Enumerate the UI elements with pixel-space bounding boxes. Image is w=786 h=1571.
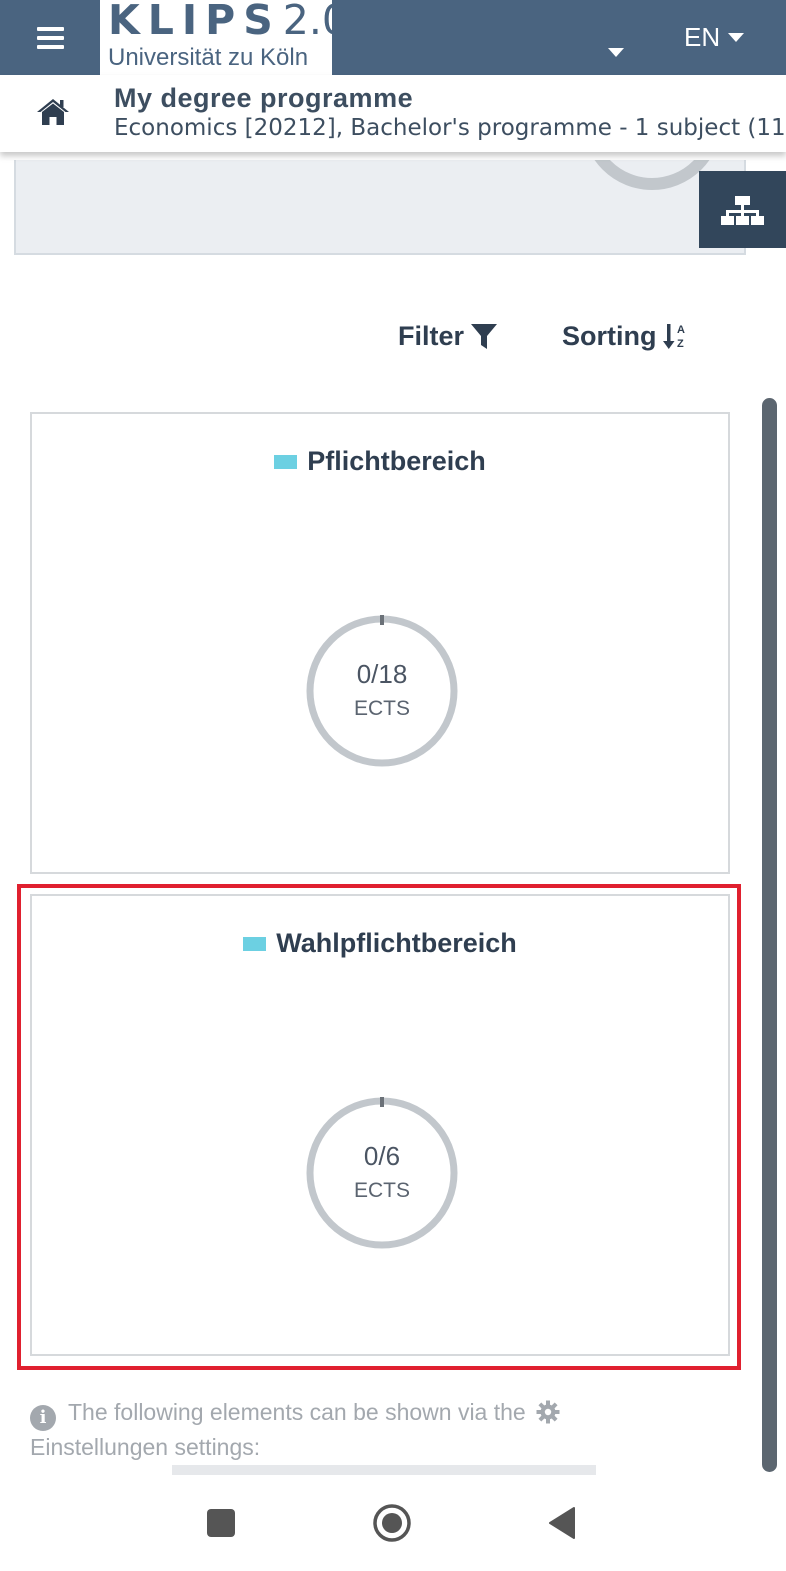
language-label: EN bbox=[684, 21, 721, 52]
home-icon[interactable] bbox=[36, 97, 70, 127]
area-color-swatch bbox=[274, 454, 298, 469]
svg-text:Z: Z bbox=[677, 338, 684, 350]
svg-text:A: A bbox=[677, 324, 685, 336]
account-dropdown-caret-icon[interactable] bbox=[608, 48, 630, 64]
progress-value: 0/6 bbox=[363, 1141, 401, 1171]
funnel-icon bbox=[471, 324, 498, 349]
page-header: My degree programme Economics [20212], B… bbox=[0, 75, 786, 152]
area-color-swatch bbox=[243, 936, 267, 951]
language-selector[interactable]: EN bbox=[684, 20, 745, 54]
progress-ring: 0/18 ECTS bbox=[304, 613, 460, 769]
system-navigation-bar bbox=[0, 1475, 786, 1571]
info-note: i The following elements can be shown via… bbox=[30, 1396, 750, 1464]
card-header: Wahlpflichtbereich bbox=[32, 928, 728, 959]
card-header: Pflichtbereich bbox=[32, 446, 728, 477]
logo-main-text: KLIPS bbox=[108, 0, 281, 44]
klips-logo[interactable]: KLIPS2.0 Universität zu Köln bbox=[100, 0, 348, 75]
info-text-before: The following elements can be shown via … bbox=[68, 1399, 526, 1425]
area-title: Wahlpflichtbereich bbox=[276, 928, 517, 958]
back-triangle-icon[interactable] bbox=[540, 1501, 584, 1545]
area-card-pflichtbereich[interactable]: Pflichtbereich 0/18 ECTS bbox=[30, 412, 730, 874]
hamburger-menu-icon[interactable] bbox=[26, 18, 74, 58]
progress-unit: ECTS bbox=[353, 1179, 410, 1202]
progress-unit: ECTS bbox=[353, 697, 410, 720]
sitemap-tree-button[interactable] bbox=[699, 171, 786, 248]
top-bar: KLIPS2.0 Universität zu Köln EN bbox=[0, 0, 786, 75]
filter-label: Filter bbox=[398, 320, 465, 351]
area-title: Pflichtbereich bbox=[307, 446, 486, 476]
sort-alpha-icon: A Z bbox=[662, 324, 685, 350]
sorting-button[interactable]: Sorting A Z bbox=[562, 316, 689, 356]
logo-version: 2.0 bbox=[282, 0, 348, 44]
sorting-label: Sorting bbox=[562, 320, 657, 351]
overview-panel bbox=[14, 160, 746, 255]
scrollbar[interactable] bbox=[762, 398, 777, 1472]
filter-button[interactable]: Filter bbox=[398, 316, 498, 356]
recent-apps-icon[interactable] bbox=[199, 1501, 243, 1545]
info-icon: i bbox=[30, 1405, 56, 1431]
progress-value: 0/18 bbox=[356, 659, 408, 689]
area-card-wahlpflichtbereich[interactable]: Wahlpflichtbereich 0/6 ECTS bbox=[30, 894, 730, 1356]
home-circle-icon[interactable] bbox=[370, 1501, 414, 1545]
gear-icon bbox=[536, 1400, 560, 1424]
programme-subtitle: Economics [20212], Bachelor's programme … bbox=[114, 115, 786, 141]
progress-ring: 0/6 ECTS bbox=[304, 1095, 460, 1251]
sitemap-icon bbox=[721, 196, 764, 225]
info-text-after: Einstellungen settings: bbox=[30, 1434, 261, 1460]
logo-subtitle: Universität zu Köln bbox=[108, 44, 309, 71]
page-title: My degree programme bbox=[114, 83, 414, 113]
chevron-down-icon bbox=[728, 32, 745, 42]
